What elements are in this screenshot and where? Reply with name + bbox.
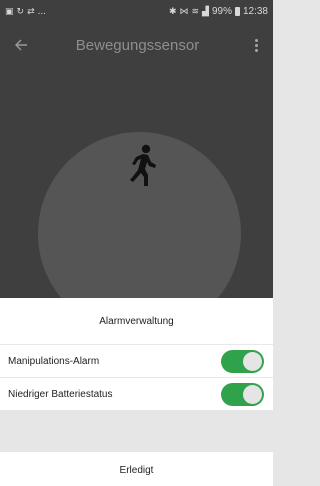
more-vert-icon (254, 38, 258, 52)
wifi-icon: ≋ (191, 5, 200, 16)
battery-icon (234, 6, 240, 16)
image-icon: ▣ (5, 5, 14, 16)
list-item-low-battery[interactable]: Niedriger Batteriestatus (0, 377, 273, 410)
page-title: Bewegungssensor (75, 36, 200, 54)
notification-ellipsis: ... (37, 5, 46, 17)
vibrate-icon: ⋈ (179, 5, 189, 16)
sheet-divider-band (0, 410, 273, 452)
tamper-alarm-toggle[interactable] (221, 349, 264, 373)
running-person-icon (130, 144, 156, 186)
status-bar-left: ▣ ↻ ⇄ ... (5, 6, 46, 17)
status-bar-right: ✱ ⋈ ≋ ▟ 99% 12:38 (169, 6, 268, 17)
row-label: Manipulations-Alarm (8, 355, 100, 367)
sync-icon: ⇄ (27, 5, 35, 16)
done-button[interactable]: Erledigt (0, 452, 273, 486)
toggle-knob (243, 384, 262, 404)
signal-icon: ▟ (202, 5, 209, 16)
app-bar: Bewegungssensor (0, 22, 273, 68)
sync-icon: ↻ (16, 5, 25, 16)
list-item-tamper-alarm[interactable]: Manipulations-Alarm (0, 344, 273, 377)
clock: 12:38 (242, 5, 268, 17)
screen: ▣ ↻ ⇄ ... ✱ ⋈ ≋ ▟ 99% 12:38 Bewegungssen… (0, 0, 273, 486)
sheet-title: Alarmverwaltung (99, 315, 174, 327)
row-label: Niedriger Batteriestatus (8, 388, 113, 400)
toggle-knob (243, 351, 262, 371)
low-battery-toggle[interactable] (221, 382, 264, 406)
status-bar: ▣ ↻ ⇄ ... ✱ ⋈ ≋ ▟ 99% 12:38 (0, 0, 273, 22)
bluetooth-icon: ✱ (168, 5, 177, 16)
alarm-sheet: Alarmverwaltung Manipulations-Alarm Nied… (0, 298, 273, 486)
arrow-left-icon (15, 39, 27, 51)
battery-percentage: 99% (211, 5, 232, 17)
overflow-menu-button[interactable] (239, 22, 273, 68)
